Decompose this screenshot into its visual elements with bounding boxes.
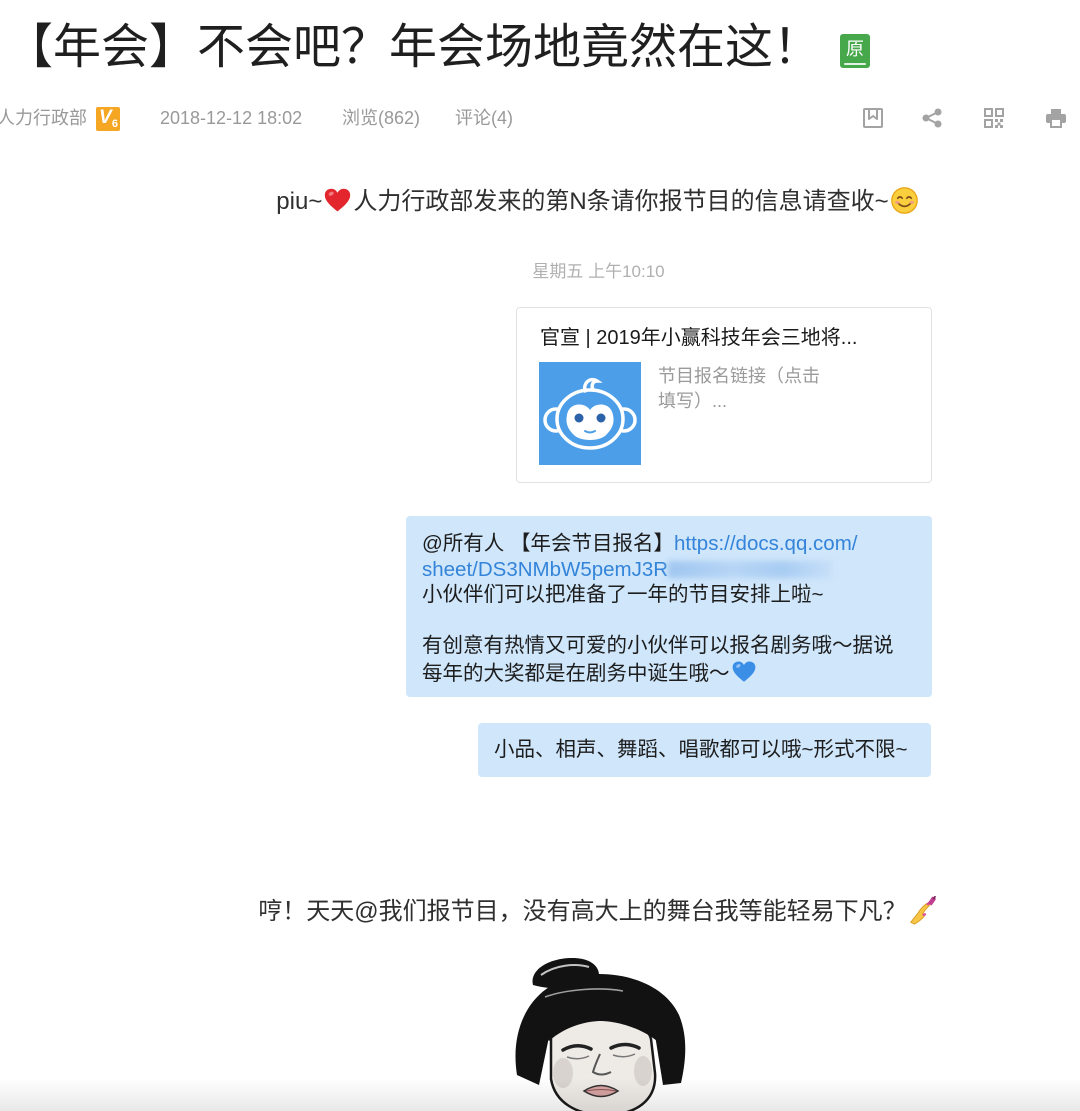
qr-code-button[interactable] [983, 107, 1005, 129]
card-description: 节目报名链接（点击填写）... [658, 366, 820, 411]
level-badge: V 6 [96, 107, 120, 131]
redacted-link-blur [668, 560, 833, 578]
publish-datetime: 2018-12-12 18:02 [160, 108, 303, 128]
message-line: 每年的大奖都是在剧务中诞生哦～ [422, 659, 916, 685]
chat-message-bubble: @所有人 【年会节目报名】https://docs.qq.com/ sheet/… [406, 516, 932, 697]
print-button[interactable] [1045, 107, 1067, 129]
message-line: @所有人 【年会节目报名】https://docs.qq.com/ [422, 531, 916, 557]
bookmark-icon [863, 108, 883, 128]
message-line: sheet/DS3NMbW5pemJ3R [422, 557, 916, 583]
intro-paragraph: piu~ 人力行政部发来的第N条请你报节目的信息请查收~ [116, 184, 1080, 220]
meme-image [515, 957, 686, 1111]
qr-code-icon [984, 108, 1004, 128]
chat-timestamp: 星期五 上午10:10 [532, 262, 665, 281]
comment-count-link[interactable]: 评论(4) [455, 106, 513, 130]
level-badge-letter: V [99, 107, 112, 128]
monkey-avatar-icon [539, 362, 641, 465]
message-line: 有创意有热情又可爱的小伙伴可以报名剧务哦～据说 [422, 634, 894, 657]
message-line-text: 每年的大奖都是在剧务中诞生哦～ [422, 661, 730, 685]
message-link-part-1: https://docs.qq.com/ [674, 532, 858, 555]
share-button[interactable] [921, 107, 943, 129]
article-title: 【年会】不会吧？年会场地竟然在这！ 原 [5, 18, 871, 78]
red-heart-icon [325, 188, 351, 212]
intro-prefix: piu~ [276, 188, 323, 215]
message-link-part-2: sheet/DS3NMbW5pemJ3R [422, 557, 669, 581]
bookmark-button[interactable] [862, 107, 884, 129]
original-badge-label: 原 [846, 39, 865, 59]
smiling-face-icon [890, 187, 918, 214]
intro-text: 人力行政部发来的第N条请你报节目的信息请查收~ [353, 188, 889, 215]
nail-polish-icon [909, 896, 936, 925]
article-page: 【年会】不会吧？年会场地竟然在这！ 原 人力行政部 V 6 2018-12-12 … [0, 0, 1080, 1111]
blue-heart-icon [732, 660, 755, 682]
message-mention: @所有人 【年会节目报名】 [422, 532, 675, 555]
level-badge-number: 6 [111, 118, 118, 130]
card-title: 官宣 | 2019年小赢科技年会三地将... [540, 327, 858, 349]
chat-message-bubble-2: 小品、相声、舞蹈、唱歌都可以哦~形式不限~ [478, 723, 931, 777]
share-icon [922, 108, 942, 128]
author-link[interactable]: 人力行政部 [0, 106, 87, 130]
view-count: 浏览(862) [342, 108, 421, 128]
original-badge: 原 [840, 34, 871, 68]
article-title-text: 【年会】不会吧？年会场地竟然在这！ [5, 21, 822, 74]
print-icon [1046, 109, 1066, 128]
message-line: 小伙伴们可以把准备了一年的节目安排上啦~ [422, 583, 824, 606]
reaction-text: 哼！天天@我们报节目，没有高大上的舞台我等能轻易下凡？ [258, 898, 907, 925]
shared-link-card: 官宣 | 2019年小赢科技年会三地将... 节目报名链接（点击填写）... [516, 307, 932, 483]
reaction-paragraph: 哼！天天@我们报节目，没有高大上的舞台我等能轻易下凡？ [116, 894, 1080, 930]
